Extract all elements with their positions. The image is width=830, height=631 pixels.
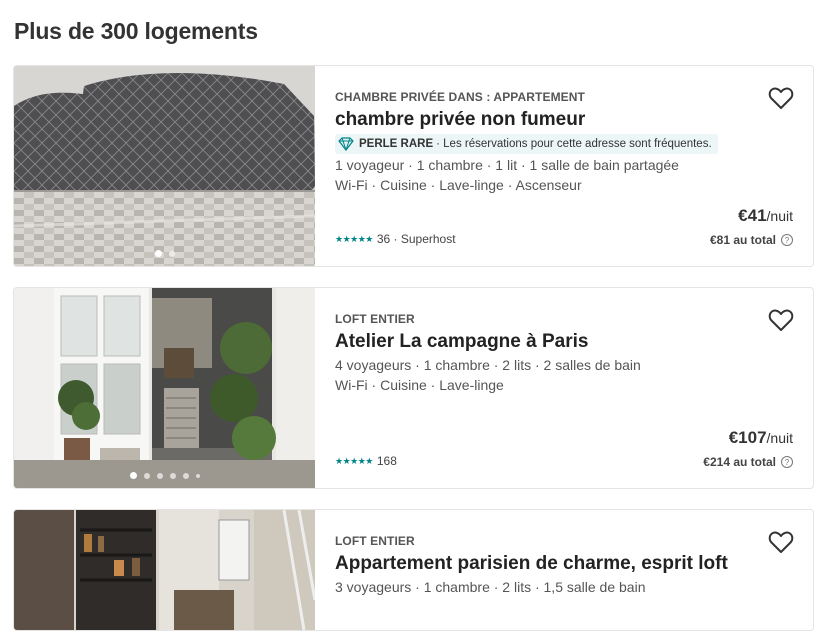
price-unit: /nuit xyxy=(766,430,793,446)
listing-details: 4 voyageurs · 1 chambre · 2 lits · 2 sal… xyxy=(335,357,641,373)
listing-type: LOFT ENTIER xyxy=(335,312,415,326)
badge-text: · Les réservations pour cette adresse so… xyxy=(436,138,712,150)
listing-photo-image xyxy=(14,66,315,266)
diamond-icon xyxy=(338,137,354,151)
photo-dot[interactable] xyxy=(156,472,163,479)
review-summary: 36 · Superhost xyxy=(376,232,456,246)
heart-icon[interactable] xyxy=(767,84,795,112)
price-unit: /nuit xyxy=(766,208,793,224)
rare-find-badge: PERLE RARE · Les réservations pour cette… xyxy=(335,134,718,154)
photo-dot[interactable] xyxy=(195,473,200,478)
listing-title[interactable]: chambre privée non fumeur xyxy=(335,109,585,131)
photo-dot[interactable] xyxy=(168,250,175,257)
listing-info: LOFT ENTIER Atelier La campagne à Paris … xyxy=(335,288,813,488)
listing-info: LOFT ENTIER Appartement parisien de char… xyxy=(335,510,813,630)
total-price-text: €214 au total xyxy=(703,455,776,469)
listing-rating: ★★★★★ 168 xyxy=(335,454,397,468)
photo-pagination[interactable] xyxy=(14,472,315,479)
heart-icon[interactable] xyxy=(767,528,795,556)
listing-photo[interactable] xyxy=(14,66,315,266)
nightly-price: €41/nuit xyxy=(738,206,793,226)
listing-amenities: Wi-Fi · Cuisine · Lave-linge · Ascenseur xyxy=(335,177,582,193)
results-heading: Plus de 300 logements xyxy=(14,18,258,44)
listing-details: 1 voyageur · 1 chambre · 1 lit · 1 salle… xyxy=(335,157,679,173)
review-summary: 168 xyxy=(376,454,397,468)
photo-dot[interactable] xyxy=(182,472,189,479)
star-rating-icons: ★★★★★ xyxy=(335,233,373,244)
total-price[interactable]: €214 au total ? xyxy=(703,455,793,469)
listing-title[interactable]: Atelier La campagne à Paris xyxy=(335,331,588,353)
listing-rating: ★★★★★ 36 · Superhost xyxy=(335,232,456,246)
total-price-text: €81 au total xyxy=(709,233,776,247)
badge-label: PERLE RARE xyxy=(359,138,434,150)
photo-dot[interactable] xyxy=(143,472,150,479)
photo-pagination[interactable] xyxy=(14,250,315,257)
heart-icon[interactable] xyxy=(767,306,795,334)
photo-dot[interactable] xyxy=(129,472,137,479)
listing-details: 3 voyageurs · 1 chambre · 2 lits · 1,5 s… xyxy=(335,579,646,595)
total-price[interactable]: €81 au total ? xyxy=(710,233,793,247)
listing-photo[interactable] xyxy=(14,510,315,630)
listing-card[interactable]: CHAMBRE PRIVÉE DANS : APPARTEMENT chambr… xyxy=(13,65,814,267)
price-amount: €41 xyxy=(738,206,767,225)
question-circle-icon[interactable]: ? xyxy=(781,234,793,246)
photo-dot[interactable] xyxy=(154,250,162,257)
listing-type: CHAMBRE PRIVÉE DANS : APPARTEMENT xyxy=(335,90,585,104)
price-amount: €107 xyxy=(728,428,767,447)
listing-photo[interactable] xyxy=(14,288,315,488)
listing-card[interactable]: LOFT ENTIER Atelier La campagne à Paris … xyxy=(13,287,814,489)
photo-dot[interactable] xyxy=(169,472,176,479)
listing-type: LOFT ENTIER xyxy=(335,534,415,548)
listing-photo-image xyxy=(14,288,315,488)
listing-photo-image xyxy=(14,510,315,630)
question-circle-icon[interactable]: ? xyxy=(781,456,793,468)
star-rating-icons: ★★★★★ xyxy=(335,455,373,466)
listing-card[interactable]: LOFT ENTIER Appartement parisien de char… xyxy=(13,509,814,631)
listing-title[interactable]: Appartement parisien de charme, esprit l… xyxy=(335,553,728,575)
listing-info: CHAMBRE PRIVÉE DANS : APPARTEMENT chambr… xyxy=(335,66,813,266)
listing-amenities: Wi-Fi · Cuisine · Lave-linge xyxy=(335,377,504,393)
nightly-price: €107/nuit xyxy=(729,428,793,448)
